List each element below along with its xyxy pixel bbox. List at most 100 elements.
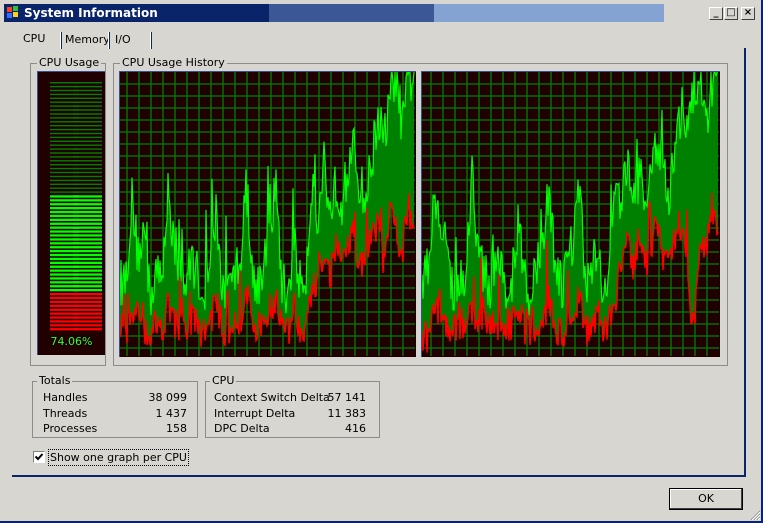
stat-value: 11 383: [327, 407, 367, 420]
stat-row-threads: Threads 1 437: [33, 406, 197, 421]
cpu-usage-label: CPU Usage: [37, 56, 102, 70]
meter-segment: [73, 210, 102, 214]
meter-segment: [73, 253, 102, 257]
cpu-history-chart-0: [119, 69, 415, 356]
stat-value: 158: [166, 422, 187, 435]
meter-segment: [73, 89, 102, 92]
stat-label: Processes: [43, 422, 98, 435]
cpu-history-chart-1: [421, 71, 719, 356]
meter-segment: [73, 132, 102, 135]
meter-segment: [73, 156, 102, 158]
stat-value: 416: [345, 422, 366, 435]
cpu-usage-meter: 74.06%: [37, 71, 105, 355]
stat-label: Context Switch Delta: [214, 391, 330, 404]
meter-segment: [73, 242, 102, 245]
meter-segment: [73, 199, 102, 202]
meter-segment: [73, 214, 102, 218]
meter-segment: [73, 273, 102, 276]
cpu-history-graph-1: [421, 71, 720, 357]
meter-segment: [73, 160, 102, 162]
title-bar-gradient-light: [434, 4, 664, 22]
meter-segment: [73, 175, 102, 178]
panel-edge: [744, 48, 746, 60]
meter-segment: [73, 250, 102, 253]
meter-segment: [73, 125, 102, 127]
cpu-stats-group: CPU Context Switch Delta 57 141 Interrupt…: [205, 374, 380, 438]
meter-segment: [73, 230, 102, 233]
resize-grip-icon[interactable]: [749, 509, 761, 521]
stat-row-processes: Processes 158: [33, 421, 197, 436]
cpu-stats-label: CPU: [210, 374, 237, 388]
tab-cpu[interactable]: CPU: [18, 29, 50, 49]
tab-memory[interactable]: Memory: [60, 30, 115, 50]
stat-row-context-switch: Context Switch Delta 57 141: [206, 390, 379, 405]
close-button[interactable]: ×: [741, 7, 755, 20]
meter-segment: [73, 300, 102, 304]
checkmark-icon: [34, 453, 44, 461]
meter-segment: [73, 281, 102, 284]
meter-segment: [73, 285, 102, 288]
show-one-graph-per-cpu-label[interactable]: Show one graph per CPU: [48, 449, 189, 466]
meter-segment: [73, 179, 102, 182]
meter-segment: [73, 144, 102, 146]
stat-row-handles: Handles 38 099: [33, 390, 197, 405]
ok-button-label: OK: [698, 492, 714, 505]
cpu-usage-bars: [50, 82, 102, 331]
tab-io-label: I/O: [115, 33, 131, 46]
meter-segment: [73, 308, 102, 311]
meter-segment: [73, 187, 102, 189]
tab-separator: [150, 32, 152, 49]
meter-segment: [73, 207, 102, 210]
meter-segment: [73, 312, 102, 315]
meter-segment: [73, 191, 102, 193]
meter-segment: [73, 85, 102, 88]
meter-segment: [73, 269, 102, 272]
meter-segment: [73, 148, 102, 150]
meter-segment: [73, 324, 102, 327]
meter-segment: [73, 164, 102, 166]
meter-segment: [73, 296, 102, 300]
meter-segment: [73, 277, 102, 280]
meter-segment: [73, 136, 102, 139]
checkbox-label-text: Show one graph per CPU: [50, 451, 187, 464]
tab-io[interactable]: I/O: [110, 30, 136, 50]
meter-segment: [73, 82, 102, 84]
meter-segment: [73, 234, 102, 237]
title-bar-gradient-mid: [269, 4, 434, 22]
show-one-graph-per-cpu-checkbox[interactable]: [33, 451, 45, 463]
meter-segment: [73, 109, 102, 111]
tab-cpu-label: CPU: [23, 32, 46, 45]
stat-value: 57 141: [327, 391, 367, 404]
maximize-button[interactable]: □: [724, 7, 738, 20]
meter-segment: [73, 167, 102, 170]
cpu-history-graph-0: [119, 69, 416, 357]
meter-segment: [73, 171, 102, 174]
meter-segment: [73, 222, 102, 225]
meter-segment: [73, 289, 102, 292]
meter-segment: [73, 261, 102, 264]
meter-segment: [73, 101, 102, 103]
stat-label: Handles: [43, 391, 88, 404]
cpu-usage-value: 74.06%: [50, 335, 93, 348]
minimize-icon: _: [713, 7, 719, 18]
meter-segment: [73, 93, 102, 96]
stat-row-dpc: DPC Delta 416: [206, 421, 379, 436]
meter-segment: [73, 117, 102, 119]
stat-row-interrupt: Interrupt Delta 11 383: [206, 406, 379, 421]
meter-segment: [73, 226, 102, 229]
meter-segment: [73, 113, 102, 115]
windows-flag-icon: [7, 6, 18, 18]
stat-value: 1 437: [155, 407, 188, 420]
tab-memory-label: Memory: [65, 33, 110, 46]
meter-segment: [73, 238, 102, 241]
meter-segment: [73, 121, 102, 123]
stat-value: 38 099: [148, 391, 188, 404]
meter-segment: [73, 328, 102, 331]
meter-segment: [73, 320, 102, 323]
minimize-button[interactable]: _: [709, 7, 723, 20]
ok-button[interactable]: OK: [669, 488, 743, 510]
meter-segment: [73, 246, 102, 249]
title-bar[interactable]: System Information: [4, 4, 664, 22]
meter-segment: [73, 105, 102, 107]
totals-label: Totals: [37, 374, 73, 388]
